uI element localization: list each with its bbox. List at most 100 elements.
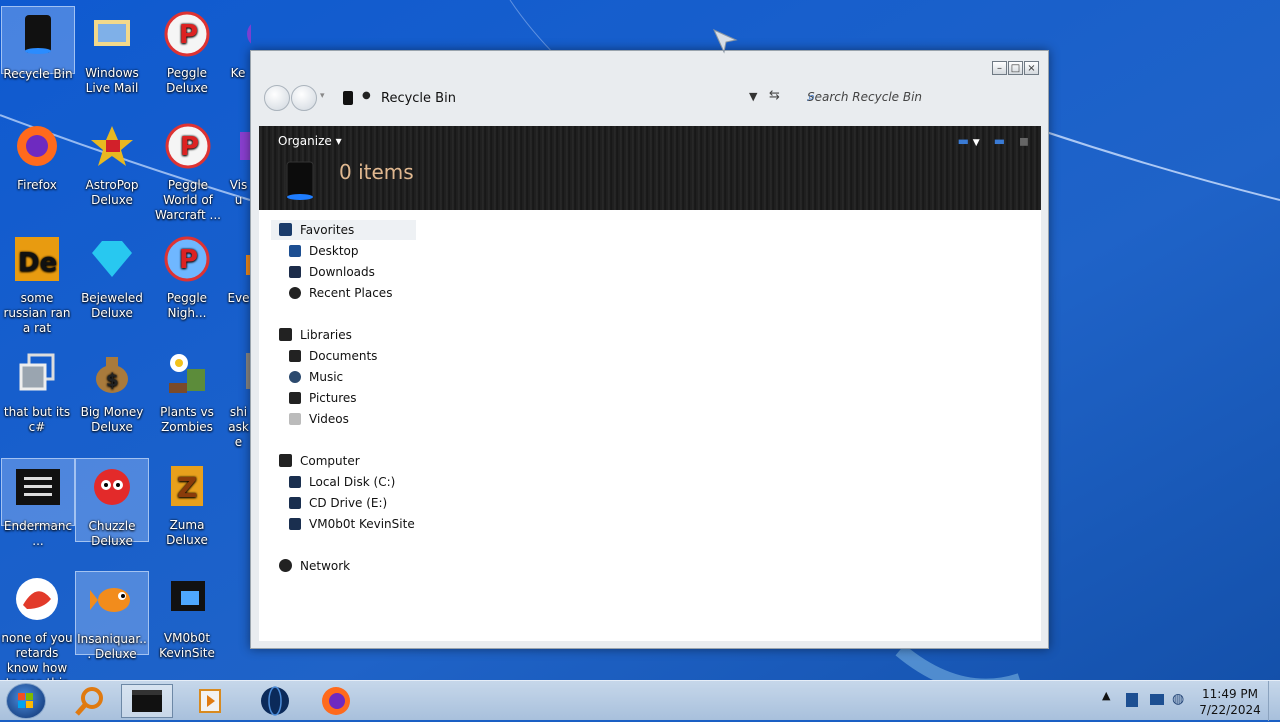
desktop-icon-eve[interactable]: Eve bbox=[226, 231, 251, 335]
back-button[interactable] bbox=[264, 85, 290, 111]
desktop-icon-recycle-bin[interactable]: Recycle Bin bbox=[1, 6, 75, 81]
search-icon[interactable]: ⌕ bbox=[807, 90, 1034, 105]
desktop-icon-visu[interactable]: Visu bbox=[226, 118, 251, 222]
nav-recent-places[interactable]: Recent Places bbox=[289, 283, 392, 303]
explorer-window[interactable]: – □ × ▾ ● Recycle Bin ▼ ⇆ Search Recycle… bbox=[250, 50, 1049, 649]
nav-cd-drive[interactable]: CD Drive (E:) bbox=[289, 493, 387, 513]
nav-documents[interactable]: Documents bbox=[289, 346, 377, 366]
desktop-icon-peggle-deluxe[interactable]: P Peggle Deluxe bbox=[150, 6, 224, 110]
nav-label: Local Disk (C:) bbox=[309, 475, 396, 489]
nav-music[interactable]: Music bbox=[289, 367, 343, 387]
network-icon bbox=[279, 559, 292, 572]
mail-icon bbox=[94, 20, 130, 46]
view-options: ▬ ▼ ▬ ◼ bbox=[958, 134, 1029, 148]
nav-label: Videos bbox=[309, 412, 349, 426]
preview-pane-icon[interactable]: ▬ bbox=[994, 134, 1005, 148]
icon-label: Eve bbox=[227, 291, 250, 305]
explorer-folder-icon bbox=[132, 690, 162, 712]
desktop-icon-ke[interactable]: Ke bbox=[225, 6, 251, 110]
nav-downloads[interactable]: Downloads bbox=[289, 262, 375, 282]
desktop-icon-peggle-nights[interactable]: P Peggle Nigh... bbox=[150, 231, 224, 335]
desktop-icon-vm0b0t-kevinsite[interactable]: VM0b0t KevinSite bbox=[150, 571, 224, 675]
nav-computer[interactable]: Computer bbox=[279, 451, 360, 471]
nav-label: Recent Places bbox=[309, 286, 393, 300]
change-view-icon[interactable]: ▬ ▼ bbox=[958, 134, 980, 148]
nav-label: Network bbox=[300, 559, 351, 573]
recent-pages-chevron-icon[interactable]: ▾ bbox=[320, 91, 325, 101]
refresh-icon[interactable]: ⇆ bbox=[769, 88, 780, 103]
taskbar-explorer[interactable] bbox=[121, 684, 173, 718]
nav-network[interactable]: Network bbox=[279, 556, 350, 576]
visual-studio-icon bbox=[240, 132, 251, 160]
desktop-icon-bejeweled[interactable]: Bejeweled Deluxe bbox=[75, 231, 149, 335]
nav-favorites[interactable]: Favorites bbox=[271, 220, 416, 240]
desktop-icon-astropop[interactable]: AstroPop Deluxe bbox=[75, 118, 149, 222]
window-controls: – □ × bbox=[992, 61, 1039, 75]
icon-label: shi aske bbox=[228, 405, 249, 449]
taskbar-media-player[interactable] bbox=[184, 684, 236, 718]
desktop-icon-endermanc[interactable]: Endermanc... bbox=[1, 458, 75, 548]
icon-label: Recycle Bin bbox=[3, 67, 73, 81]
desktop-icon-shi[interactable]: shi aske bbox=[226, 345, 251, 449]
icon-label: Plants vs Zombies bbox=[160, 405, 214, 434]
desktop-icon-big-money[interactable]: $ Big Money Deluxe bbox=[75, 345, 149, 449]
show-hidden-icons-icon[interactable]: ▲ bbox=[1102, 689, 1110, 702]
desktop-icon-plants-vs-zombies[interactable]: Plants vs Zombies bbox=[150, 345, 224, 449]
item-count: 0 items bbox=[339, 160, 414, 184]
desktop-icon-firefox[interactable]: Firefox bbox=[0, 118, 74, 222]
nav-libraries[interactable]: Libraries bbox=[279, 325, 352, 345]
address-bar-location[interactable]: Recycle Bin bbox=[381, 91, 456, 106]
nav-pictures[interactable]: Pictures bbox=[289, 388, 357, 408]
firefox-icon bbox=[17, 126, 57, 166]
downloads-icon bbox=[289, 266, 301, 278]
icon-label: Ke bbox=[230, 66, 246, 80]
taskbar-search-app[interactable] bbox=[64, 684, 116, 718]
gem-icon bbox=[92, 241, 132, 277]
desktop-icon-windows-live-mail[interactable]: Windows Live Mail bbox=[75, 6, 149, 110]
desktop-icon-that-but-its-csharp[interactable]: that but its c# bbox=[0, 345, 74, 449]
recent-places-icon bbox=[289, 287, 301, 299]
search-input[interactable]: Search Recycle Bin ⌕ bbox=[804, 87, 1036, 109]
nav-videos[interactable]: Videos bbox=[289, 409, 349, 429]
zuma-icon: Z bbox=[171, 466, 203, 506]
minimize-button[interactable]: – bbox=[992, 61, 1007, 75]
icon-label: Chuzzle Deluxe bbox=[88, 519, 136, 548]
desktop-icon-none-of-you[interactable]: none of you retards know how to use this bbox=[0, 571, 74, 690]
tray-app-icon[interactable] bbox=[1126, 693, 1138, 707]
nav-label: Downloads bbox=[309, 265, 375, 279]
icon-label: Windows Live Mail bbox=[85, 66, 139, 95]
desktop-icon-chuzzle[interactable]: Chuzzle Deluxe bbox=[75, 458, 149, 548]
organize-menu-button[interactable]: Organize ▾ bbox=[278, 134, 342, 148]
console-icon bbox=[16, 469, 60, 505]
network-drive-icon bbox=[171, 581, 205, 611]
maximize-button[interactable]: □ bbox=[1008, 61, 1023, 75]
money-bag-icon: $ bbox=[96, 357, 128, 393]
icon-label: Firefox bbox=[17, 178, 57, 192]
address-dropdown-icon[interactable]: ▼ bbox=[749, 90, 757, 103]
clock-time: 11:49 PM bbox=[1202, 687, 1258, 701]
help-icon[interactable]: ◼ bbox=[1019, 134, 1029, 148]
clock[interactable]: 11:49 PM 7/22/2024 bbox=[1196, 686, 1264, 718]
desktop-icon-some-russian[interactable]: De some russian ran a rat bbox=[0, 231, 74, 335]
show-desktop-button[interactable] bbox=[1268, 681, 1280, 721]
network-tray-icon[interactable] bbox=[1150, 694, 1164, 705]
taskbar-firefox[interactable] bbox=[310, 684, 362, 718]
icon-label: that but its c# bbox=[3, 405, 71, 434]
start-button[interactable] bbox=[6, 683, 46, 719]
plant-icon bbox=[169, 354, 205, 393]
desktop-icon-zuma[interactable]: Z Zuma Deluxe bbox=[150, 458, 224, 562]
forward-button[interactable] bbox=[291, 85, 317, 111]
volume-icon[interactable]: ◍ bbox=[1172, 691, 1184, 707]
desktop-icon-insaniquarium[interactable]: Insaniquar... Deluxe bbox=[75, 571, 149, 661]
nav-label: VM0b0t KevinSite bbox=[309, 517, 415, 531]
close-button[interactable]: × bbox=[1024, 61, 1039, 75]
taskbar-globe-app[interactable] bbox=[249, 684, 301, 718]
nav-network-drive[interactable]: VM0b0t KevinSite bbox=[289, 514, 415, 534]
desktop-icon-peggle-wow[interactable]: P Peggle World of Warcraft ... bbox=[150, 118, 226, 222]
breadcrumb-separator-icon[interactable]: ● bbox=[362, 90, 371, 101]
icon-label: Zuma Deluxe bbox=[166, 518, 208, 547]
nav-local-disk[interactable]: Local Disk (C:) bbox=[289, 472, 395, 492]
clock-date: 7/22/2024 bbox=[1199, 703, 1261, 717]
nav-desktop[interactable]: Desktop bbox=[289, 241, 359, 261]
icon-label: Insaniquar... Deluxe bbox=[77, 632, 147, 661]
